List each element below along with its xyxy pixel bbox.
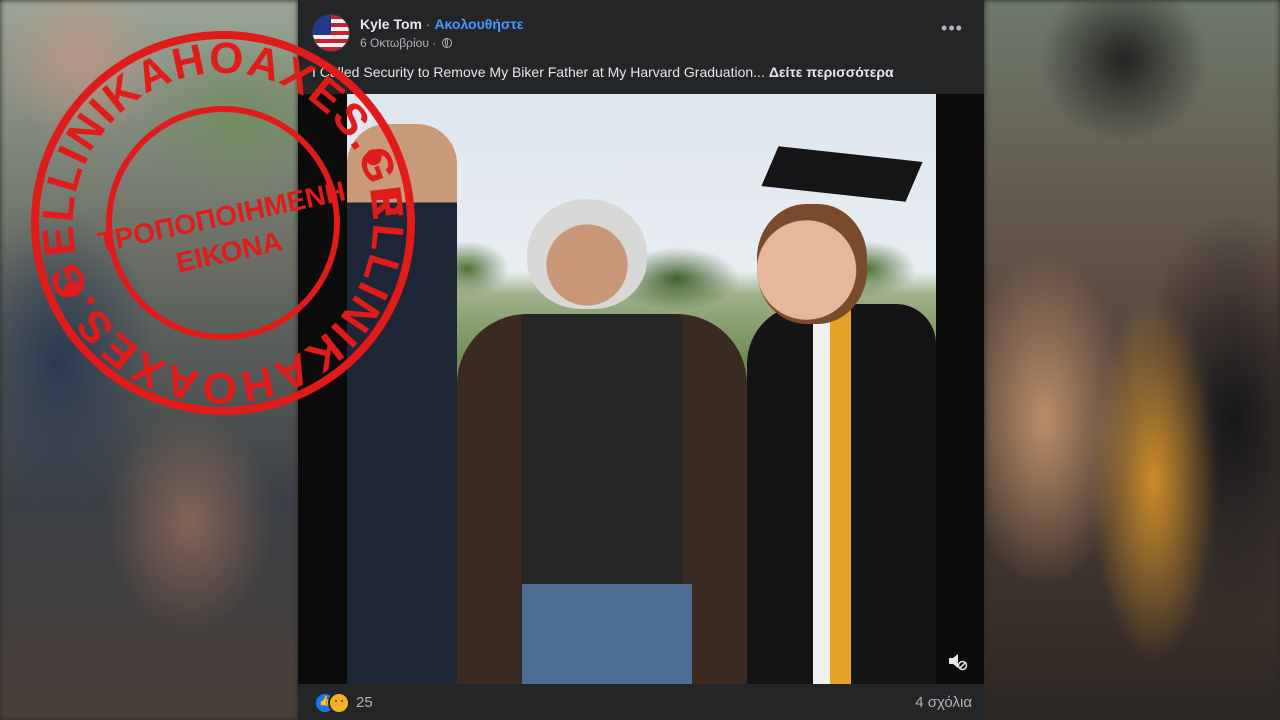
blurred-background-left bbox=[0, 0, 298, 720]
post-photo[interactable] bbox=[347, 94, 936, 684]
photo-graduate-face bbox=[757, 204, 867, 324]
photo-graduate-gown bbox=[747, 304, 936, 684]
blurred-background-right bbox=[984, 0, 1280, 720]
post-body: I Called Security to Remove My Biker Fat… bbox=[312, 64, 765, 80]
post-date[interactable]: 6 Οκτωβρίου bbox=[360, 36, 429, 50]
photo-graduation-cap bbox=[761, 146, 923, 202]
post-header: Kyle Tom · Ακολουθήστε 6 Οκτωβρίου · ••• bbox=[312, 14, 970, 54]
photo-security-guard bbox=[347, 124, 457, 684]
see-more-link[interactable]: Δείτε περισσότερα bbox=[769, 64, 894, 80]
author-line: Kyle Tom · Ακολουθήστε bbox=[360, 16, 523, 32]
post-meta: 6 Οκτωβρίου · bbox=[360, 36, 452, 50]
photo-biker-jeans bbox=[522, 584, 692, 684]
more-options-button[interactable]: ••• bbox=[938, 18, 966, 42]
post-text: I Called Security to Remove My Biker Fat… bbox=[312, 64, 894, 80]
author-avatar[interactable] bbox=[312, 14, 350, 52]
comments-count[interactable]: 4 σχόλια bbox=[915, 694, 972, 711]
reaction-count[interactable]: 25 bbox=[356, 694, 373, 711]
follow-button[interactable]: Ακολουθήστε bbox=[434, 16, 523, 32]
post-footer: 25 4 σχόλια bbox=[298, 684, 984, 720]
post-media[interactable] bbox=[298, 94, 984, 684]
more-horizontal-icon: ••• bbox=[941, 18, 963, 38]
sad-reaction-icon bbox=[328, 692, 350, 714]
separator-dot: · bbox=[425, 16, 431, 32]
mute-icon[interactable] bbox=[946, 650, 968, 672]
globe-icon bbox=[441, 38, 452, 48]
author-name[interactable]: Kyle Tom bbox=[360, 16, 422, 32]
facebook-post: Kyle Tom · Ακολουθήστε 6 Οκτωβρίου · •••… bbox=[298, 0, 984, 720]
meta-separator: · bbox=[432, 36, 437, 50]
photo-biker-head bbox=[527, 199, 647, 309]
